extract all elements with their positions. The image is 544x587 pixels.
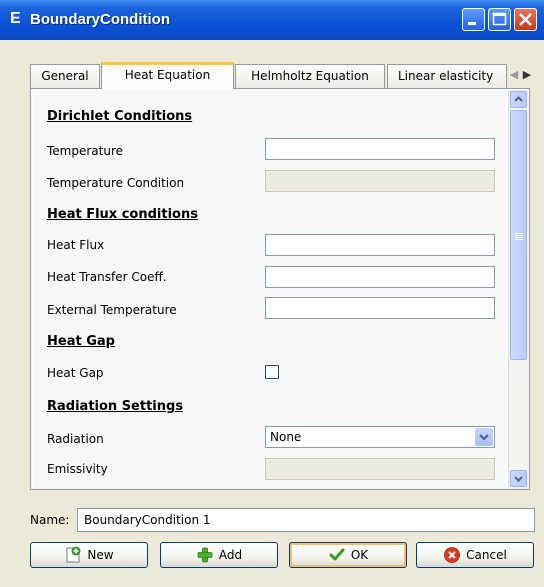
heat-flux-section-header: Heat Flux conditions [47,207,198,222]
temperature-condition-label: Temperature Condition [47,176,185,190]
cancel-button[interactable]: Cancel [416,542,534,568]
chevron-down-icon [514,476,523,482]
add-button-label: Add [218,548,243,562]
ok-button[interactable]: OK [289,542,407,568]
chevron-down-icon[interactable] [475,428,493,446]
maximize-icon [492,12,507,26]
heat-transfer-coeff-label: Heat Transfer Coeff. [47,270,167,284]
title-bar[interactable]: E BoundaryCondition [0,0,544,40]
temperature-condition-input [265,170,495,192]
tab-bar: General Heat Equation Helmholtz Equation… [30,62,536,89]
heat-flux-input[interactable] [265,234,495,256]
form-scroll-area: Dirichlet Conditions Temperature Tempera… [35,90,506,489]
scroll-down-button[interactable] [510,470,527,487]
scroll-grip [515,233,523,234]
tab-heat-equation[interactable]: Heat Equation [101,62,234,89]
chevron-up-icon [514,96,523,102]
external-temperature-label: External Temperature [47,303,177,317]
temperature-label: Temperature [47,144,124,158]
radiation-label: Radiation [47,432,104,446]
close-icon [519,13,532,26]
scroll-up-button[interactable] [510,91,527,108]
heat-gap-label: Heat Gap [47,366,104,380]
add-button[interactable]: Add [160,542,278,568]
new-button-label: New [87,548,114,562]
tab-linear-elasticity[interactable]: Linear elasticity [387,64,507,88]
close-button[interactable] [514,8,537,31]
emissivity-input [265,458,495,480]
maximize-button[interactable] [488,8,511,31]
ok-button-label: OK [350,548,369,562]
temperature-input[interactable] [265,138,495,160]
heat-transfer-coeff-input[interactable] [265,266,495,288]
minimize-icon [468,22,476,25]
minimize-button[interactable] [462,8,485,31]
app-icon: E [10,10,21,27]
tab-helmholtz-equation[interactable]: Helmholtz Equation [235,64,385,88]
heat-gap-checkbox[interactable] [265,365,279,379]
dirichlet-section-header: Dirichlet Conditions [47,109,193,124]
new-button[interactable]: New [30,542,148,568]
tab-scroll-left-icon[interactable]: ◀ [508,66,520,84]
radiation-section-header: Radiation Settings [47,399,184,414]
plus-icon [197,547,213,563]
name-input[interactable]: BoundaryCondition 1 [77,508,535,532]
vertical-scrollbar[interactable] [508,90,528,489]
cancel-button-label: Cancel [466,548,507,562]
tab-general[interactable]: General [30,64,100,88]
boundary-condition-window: E BoundaryCondition General Heat Equatio… [0,0,544,587]
scroll-thumb[interactable] [510,110,527,360]
external-temperature-input[interactable] [265,297,495,319]
window-title: BoundaryCondition [30,11,170,28]
radiation-select[interactable]: None [265,426,495,448]
name-label: Name: [30,513,70,527]
heat-gap-section-header: Heat Gap [47,334,115,349]
tab-scroll-right-icon[interactable]: ▶ [521,66,533,84]
checkmark-icon [329,548,345,561]
cancel-icon [444,547,461,563]
new-document-icon [66,546,81,563]
tab-panel: Dirichlet Conditions Temperature Tempera… [30,88,530,490]
heat-flux-label: Heat Flux [47,238,105,252]
radiation-selected-value: None [270,430,302,444]
emissivity-label: Emissivity [47,462,108,476]
